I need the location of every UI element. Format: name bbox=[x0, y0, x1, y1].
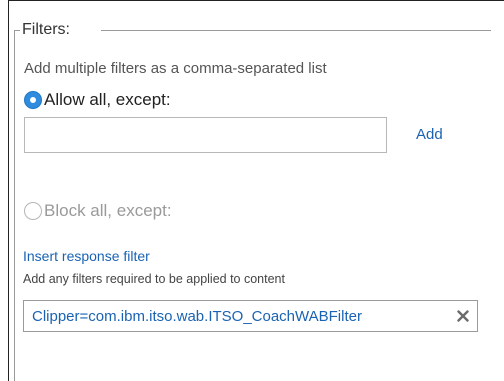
group-border-left bbox=[14, 30, 15, 381]
block-all-except-label: Block all, except: bbox=[44, 201, 172, 220]
radio-selected-icon[interactable] bbox=[24, 91, 42, 109]
filters-legend: Filters: bbox=[22, 21, 70, 38]
response-filter-tag: Clipper=com.ibm.itso.wab.ITSO_CoachWABFi… bbox=[23, 300, 478, 332]
filters-helper-text: Add multiple filters as a comma-separate… bbox=[24, 60, 327, 77]
response-filter-tag-label: Clipper=com.ibm.itso.wab.ITSO_CoachWABFi… bbox=[32, 307, 362, 325]
allow-all-except-option[interactable]: Allow all, except: bbox=[24, 90, 171, 110]
add-filter-link[interactable]: Add bbox=[416, 126, 443, 144]
response-filter-helper-text: Add any filters required to be applied t… bbox=[23, 272, 285, 286]
panel-top-border bbox=[8, 0, 504, 1]
insert-response-filter-link[interactable]: Insert response filter bbox=[23, 248, 150, 265]
filters-panel: Filters: Add multiple filters as a comma… bbox=[0, 0, 504, 381]
panel-left-border bbox=[8, 0, 9, 381]
group-border-top-right bbox=[101, 30, 491, 31]
allow-all-except-label: Allow all, except: bbox=[44, 90, 171, 109]
filter-input[interactable] bbox=[24, 117, 387, 153]
radio-unselected-icon[interactable] bbox=[24, 202, 42, 220]
block-all-except-option[interactable]: Block all, except: bbox=[24, 201, 172, 221]
close-x-icon[interactable] bbox=[455, 308, 471, 324]
